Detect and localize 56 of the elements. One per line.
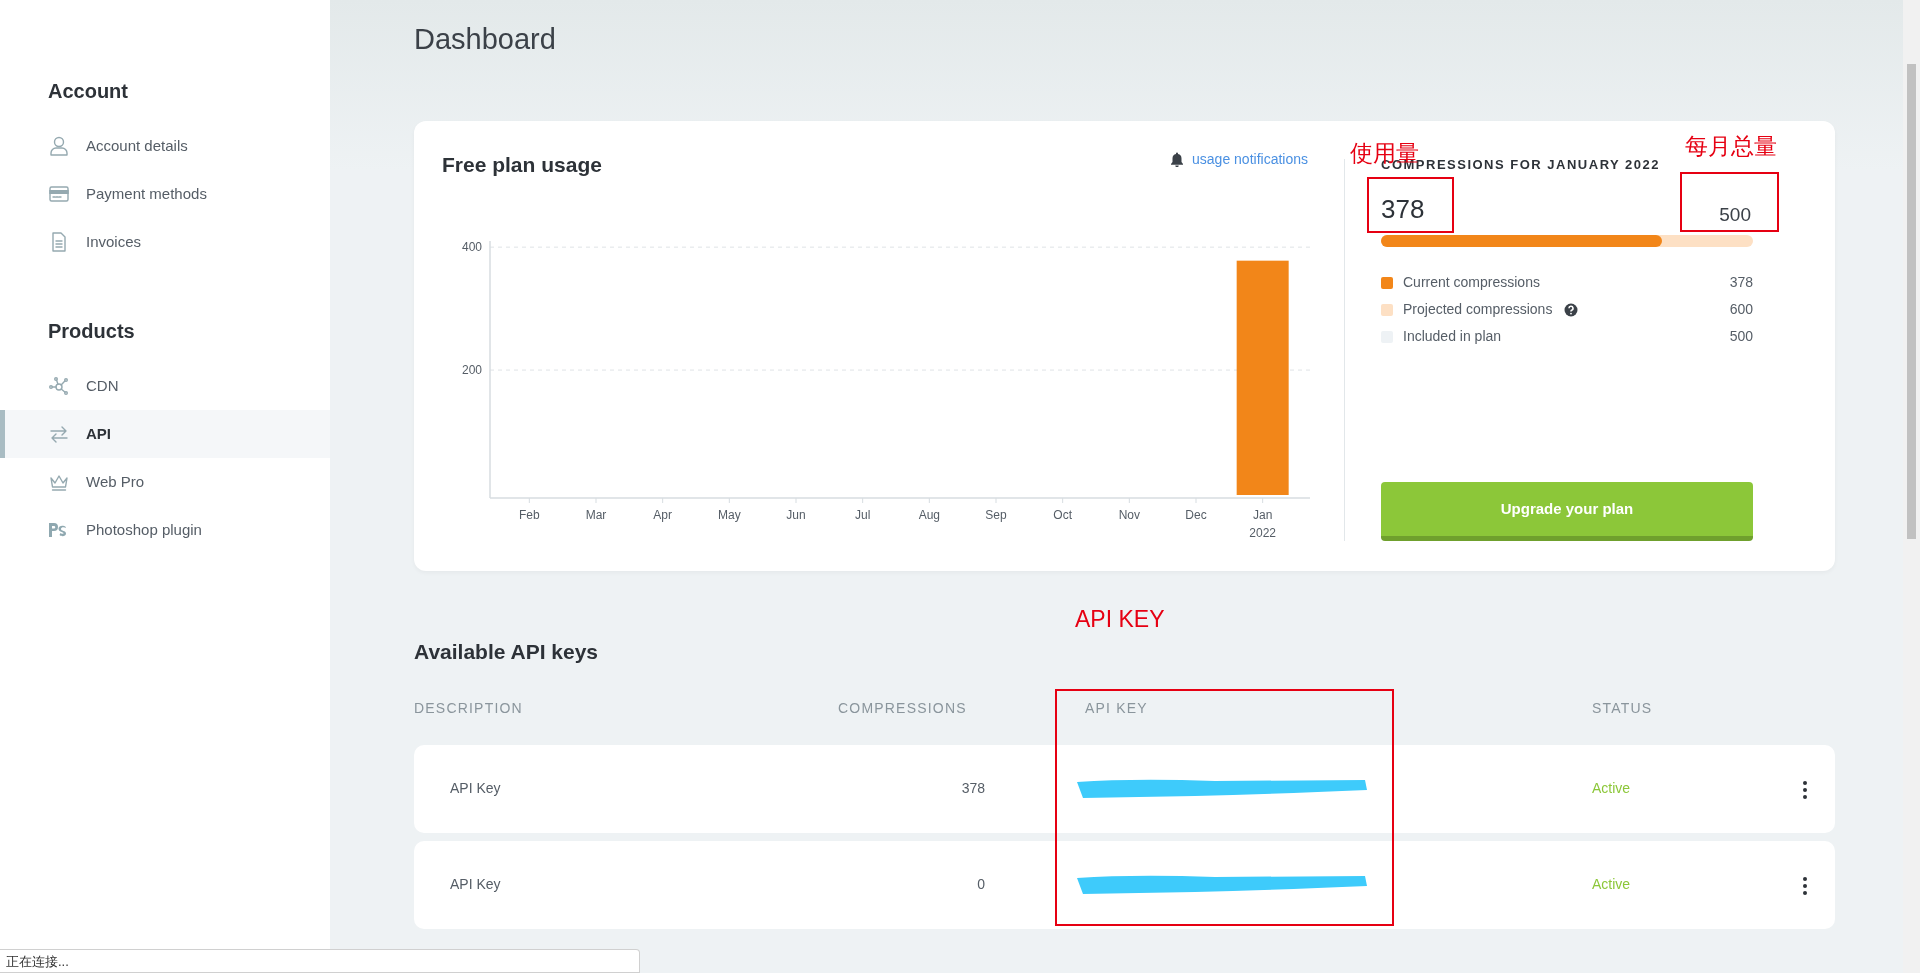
sidebar-item[interactable]: Web Pro — [0, 458, 330, 506]
bell-icon — [1170, 151, 1185, 167]
x-tick-label: May — [718, 508, 741, 523]
scrollbar-thumb[interactable] — [1907, 64, 1916, 539]
y-tick-label: 200 — [461, 363, 482, 378]
sidebar-item[interactable]: CDN — [0, 362, 330, 410]
legend-value: 600 — [1729, 300, 1753, 320]
total-count: 500 — [1719, 202, 1751, 227]
section-title: Available API keys — [414, 638, 599, 664]
card-title: Free plan usage — [442, 151, 602, 178]
legend-label: Included in plan — [1403, 327, 1502, 347]
sidebar-item[interactable]: Invoices — [0, 218, 330, 266]
table-cell-text: 0 — [976, 875, 986, 895]
page-title: Dashboard — [414, 22, 557, 57]
x-tick-label: Jul — [855, 508, 871, 523]
x-tick-label: Jun — [786, 508, 806, 523]
legend-value: 500 — [1729, 327, 1753, 347]
table-cell-text: API Key — [449, 875, 502, 895]
annotation-label: 每月总量 — [1685, 135, 1777, 158]
sidebar-item[interactable]: Account details — [0, 122, 330, 170]
more-vertical-icon — [1802, 779, 1808, 800]
column-header: DESCRIPTION — [414, 699, 524, 718]
help-icon[interactable] — [1564, 302, 1579, 317]
more-vertical-icon — [1802, 875, 1808, 896]
legend-label: Projected compressions — [1403, 300, 1553, 320]
sidebar-item[interactable]: Photoshop plugin — [0, 506, 330, 554]
x-tick-label: Apr — [653, 508, 672, 523]
legend-value: 378 — [1729, 273, 1753, 293]
column-header: API KEY — [1085, 699, 1149, 718]
column-header: STATUS — [1592, 699, 1654, 718]
network-icon — [48, 375, 70, 397]
x-axis-label: 2022 — [1249, 526, 1276, 541]
column-header: COMPRESSIONS — [838, 699, 968, 718]
x-tick-label: Aug — [918, 508, 940, 523]
x-tick-label: Jan — [1253, 508, 1273, 523]
x-tick-label: Nov — [1118, 508, 1140, 523]
status-bar: 正在连接... — [0, 949, 640, 973]
status-text: Active — [1592, 779, 1632, 799]
x-tick-label: Sep — [985, 508, 1007, 523]
x-tick-label: Dec — [1185, 508, 1207, 523]
y-tick-label: 400 — [461, 240, 482, 255]
person-icon — [48, 135, 70, 157]
sidebar-heading: Account — [47, 79, 129, 104]
legend-label: Current compressions — [1403, 273, 1540, 293]
credit-card-icon — [48, 183, 70, 205]
sidebar-item[interactable]: API — [0, 410, 330, 458]
table-cell-text: 378 — [960, 779, 986, 799]
x-tick-label: Feb — [519, 508, 540, 523]
x-tick-label: Mar — [585, 508, 607, 523]
annotation-label: API KEY — [1075, 608, 1165, 631]
table-cell-text: API Key — [449, 779, 502, 799]
sidebar-heading: Products — [47, 319, 136, 344]
used-count: 378 — [1381, 193, 1425, 227]
status-text: Active — [1592, 875, 1632, 895]
sidebar-item[interactable]: Payment methods — [0, 170, 330, 218]
x-tick-label: Oct — [1053, 508, 1072, 523]
